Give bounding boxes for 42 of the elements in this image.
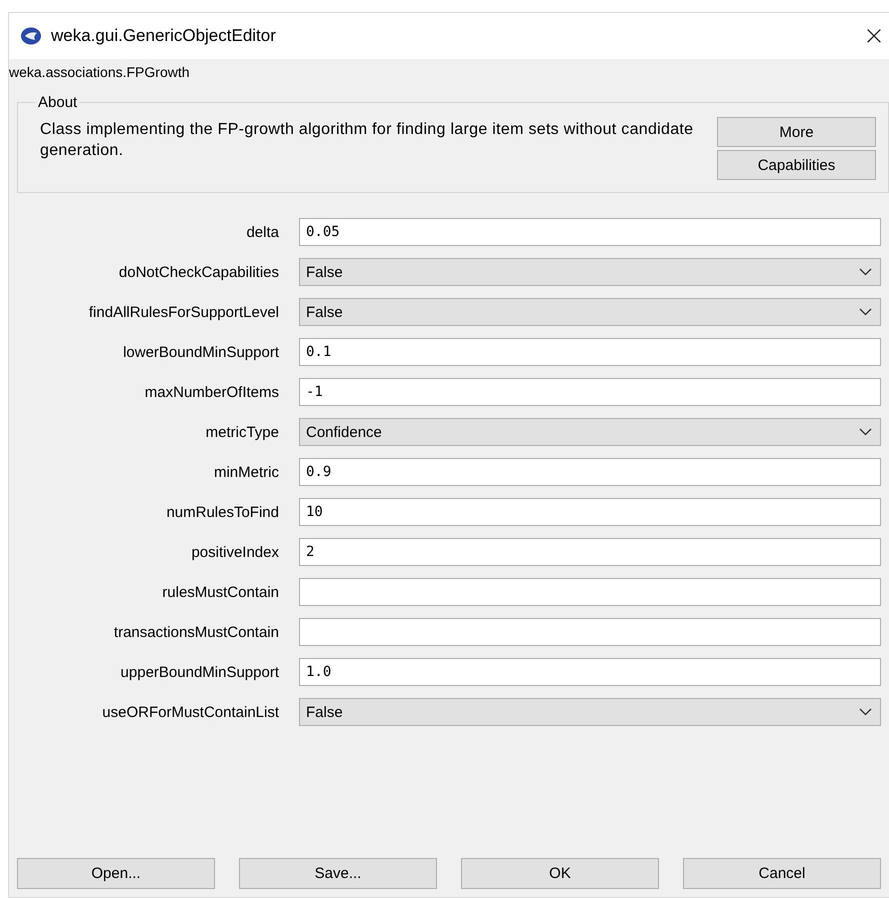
dropdown[interactable]: Confidence bbox=[299, 418, 881, 446]
property-label: transactionsMustContain bbox=[114, 624, 279, 640]
more-button[interactable]: More bbox=[717, 117, 876, 147]
dropdown[interactable]: False bbox=[299, 298, 881, 326]
property-label: rulesMustContain bbox=[162, 584, 279, 600]
capabilities-button[interactable]: Capabilities bbox=[717, 150, 876, 180]
input-field[interactable] bbox=[299, 618, 881, 646]
input-field[interactable]: 0.9 bbox=[299, 458, 881, 486]
input-field[interactable]: 0.1 bbox=[299, 338, 881, 366]
dropdown[interactable]: False bbox=[299, 258, 881, 286]
property-label: findAllRulesForSupportLevel bbox=[88, 304, 279, 320]
property-label: numRulesToFind bbox=[166, 504, 279, 520]
save-button[interactable]: Save... bbox=[239, 858, 437, 889]
property-label: delta bbox=[246, 224, 279, 240]
input-field[interactable]: 2 bbox=[299, 538, 881, 566]
class-name: weka.associations.FPGrowth bbox=[9, 63, 190, 82]
dropdown[interactable]: False bbox=[299, 698, 881, 726]
property-label: useORForMustContainList bbox=[102, 704, 279, 720]
window-title: weka.gui.GenericObjectEditor bbox=[51, 26, 277, 46]
property-label: minMetric bbox=[214, 464, 279, 480]
property-label: maxNumberOfItems bbox=[144, 384, 279, 400]
chevron-down-icon bbox=[859, 708, 872, 716]
input-field[interactable]: 1.0 bbox=[299, 658, 881, 686]
property-label: doNotCheckCapabilities bbox=[118, 264, 279, 280]
close-button[interactable]: × bbox=[859, 21, 889, 51]
property-label: lowerBoundMinSupport bbox=[123, 344, 279, 360]
cancel-button[interactable]: Cancel bbox=[683, 858, 881, 889]
chevron-down-icon bbox=[859, 428, 872, 436]
description-text: Class implementing the FP-growth algorithm for finding large item sets without candidate generation. bbox=[40, 120, 694, 161]
ok-button[interactable]: OK bbox=[461, 858, 659, 889]
input-field[interactable]: 10 bbox=[299, 498, 881, 526]
open-button[interactable]: Open... bbox=[17, 858, 215, 889]
property-label: upperBoundMinSupport bbox=[120, 664, 279, 680]
chevron-down-icon bbox=[859, 268, 872, 276]
input-field[interactable]: -1 bbox=[299, 378, 881, 406]
panel-title: About bbox=[37, 94, 78, 111]
chevron-down-icon bbox=[859, 308, 872, 316]
property-label: positiveIndex bbox=[191, 544, 279, 560]
property-label: metricType bbox=[206, 424, 279, 440]
input-field[interactable]: 0.05 bbox=[299, 218, 881, 246]
input-field[interactable] bbox=[299, 578, 881, 606]
app-logo-icon bbox=[21, 27, 41, 45]
